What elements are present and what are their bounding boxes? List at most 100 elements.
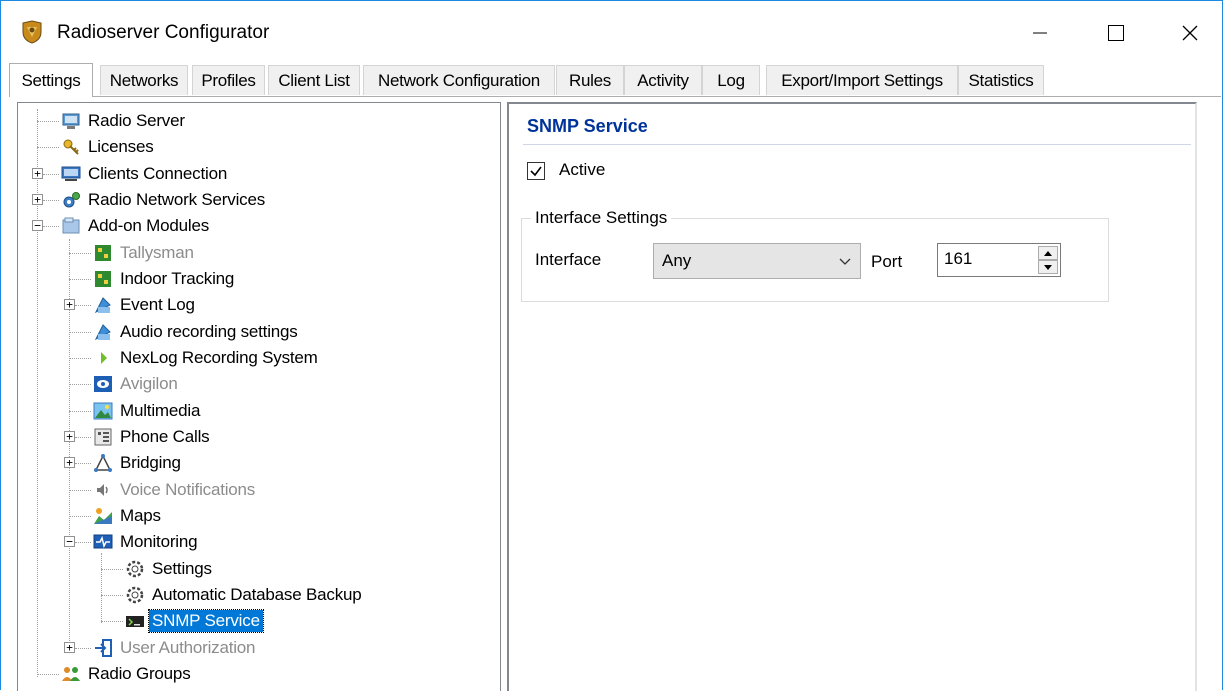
interface-label: Interface [535,250,602,269]
tree-item-label: Automatic Database Backup [152,585,362,604]
tree-item-audio-recording-settings[interactable]: Audio recording settings [93,319,301,345]
tab-label: Network Configuration [378,70,540,90]
tree-item-indoor-tracking[interactable]: Indoor Tracking [93,266,237,292]
tab-rules[interactable]: Rules [556,65,624,95]
expand-phone-calls[interactable]: + [64,431,75,442]
spin-down-button[interactable] [1038,260,1058,274]
tree-item-tallysman[interactable]: Tallysman [93,240,197,266]
tab-settings[interactable]: Settings [9,63,93,97]
collapse-addon-modules[interactable]: − [32,220,43,231]
tab-label: Statistics [968,70,1034,90]
tree-item-label: NexLog Recording System [120,348,318,367]
tree-connector [69,384,91,385]
maximize-button[interactable] [1093,15,1139,51]
tree-connector [101,595,123,596]
gears-icon [61,190,81,210]
monitor-pulse-icon [93,532,113,552]
tab-label: Export/Import Settings [781,70,943,90]
tree-item-label: Voice Notifications [120,480,256,499]
tab-log[interactable]: Log [702,65,760,95]
phone-icon [93,427,113,447]
tree-item-label: Add-on Modules [88,216,209,235]
tab-networks[interactable]: Networks [100,65,188,95]
minimize-button[interactable] [1017,15,1063,51]
tree-item-label: Phone Calls [120,427,210,446]
tree-connector [75,542,91,543]
tab-client-list[interactable]: Client List [268,65,360,95]
spin-up-button[interactable] [1038,246,1058,260]
tree-item-label: User Authorization [120,638,256,657]
close-icon [1182,25,1198,41]
tree-item-event-log[interactable]: Event Log [93,292,198,318]
tab-profiles[interactable]: Profiles [192,65,265,95]
tab-activity[interactable]: Activity [624,65,702,95]
expand-radio-network-services[interactable]: + [32,194,43,205]
server-icon [61,111,81,131]
tab-statistics[interactable]: Statistics [958,65,1044,95]
tree-item-label: Clients Connection [88,164,228,183]
interface-dropdown-value: Any [662,251,692,270]
tree-item-clients-connection[interactable]: Clients Connection [61,161,230,187]
chip-icon [93,269,113,289]
tree-item-label: SNMP Service [148,609,264,633]
title-bar: Radioserver Configurator [1,1,1222,63]
gear-icon [125,585,145,605]
tree-item-label: Radio Network Services [88,190,265,209]
settings-tree[interactable]: + + − + + + − + Radio Server Licenses Cl… [17,102,501,691]
tab-label: Client List [278,70,350,90]
tree-item-radio-network-services[interactable]: Radio Network Services [61,187,268,213]
tree-item-addon-modules[interactable]: Add-on Modules [61,213,212,239]
tree-item-licenses[interactable]: Licenses [61,134,157,160]
close-button[interactable] [1167,15,1213,51]
maximize-icon [1108,25,1124,41]
active-checkbox[interactable] [527,162,545,180]
tab-label: Networks [109,70,179,90]
tree-item-monitoring[interactable]: Monitoring [93,529,200,555]
tree-connector [43,200,59,201]
key-icon [61,137,81,157]
tree-item-multimedia[interactable]: Multimedia [93,398,203,424]
tree-item-voice-notifications[interactable]: Voice Notifications [93,477,258,503]
tree-connector [101,621,123,622]
port-label: Port [871,252,903,271]
title-separator [523,144,1191,145]
tree-item-label: Tallysman [120,243,194,262]
app-logo-icon [21,20,43,44]
tree-connector [37,147,59,148]
tree-item-auto-db-backup[interactable]: Automatic Database Backup [125,582,365,608]
expand-user-authorization[interactable]: + [64,642,75,653]
chip-icon [93,243,113,263]
tree-item-maps[interactable]: Maps [93,503,164,529]
expand-bridging[interactable]: + [64,457,75,468]
tab-network-configuration[interactable]: Network Configuration [363,65,555,95]
tree-item-snmp-service[interactable]: SNMP Service [125,608,264,634]
user-group-icon [61,664,81,684]
tree-item-radio-server[interactable]: Radio Server [61,108,188,134]
active-label: Active [559,160,606,179]
interface-dropdown[interactable]: Any [653,243,861,279]
port-value[interactable]: 161 [944,249,972,269]
gear-icon [125,559,145,579]
expand-clients-connection[interactable]: + [32,168,43,179]
tree-connector [69,516,91,517]
collapse-monitoring[interactable]: − [64,536,75,547]
tab-export-import-settings[interactable]: Export/Import Settings [766,65,958,95]
expand-event-log[interactable]: + [64,299,75,310]
tree-item-user-authorization[interactable]: User Authorization [93,635,258,661]
tree-connector [69,279,91,280]
port-input[interactable]: 161 [937,243,1061,277]
tree-item-radio-groups[interactable]: Radio Groups [61,661,194,687]
tree-item-nexlog[interactable]: NexLog Recording System [93,345,321,371]
tree-item-avigilon[interactable]: Avigilon [93,371,181,397]
speaker-icon [93,480,113,500]
tree-item-bridging[interactable]: Bridging [93,450,184,476]
play-arrow-icon [93,348,113,368]
tree-connector [101,553,102,623]
tree-item-phone-calls[interactable]: Phone Calls [93,424,212,450]
tree-connector [69,332,91,333]
window-title: Radioserver Configurator [57,22,270,43]
minimize-icon [1033,32,1047,34]
tree-item-monitoring-settings[interactable]: Settings [125,556,215,582]
tab-label: Activity [637,70,689,90]
app-window: Radioserver Configurator Settings Networ… [0,0,1223,691]
